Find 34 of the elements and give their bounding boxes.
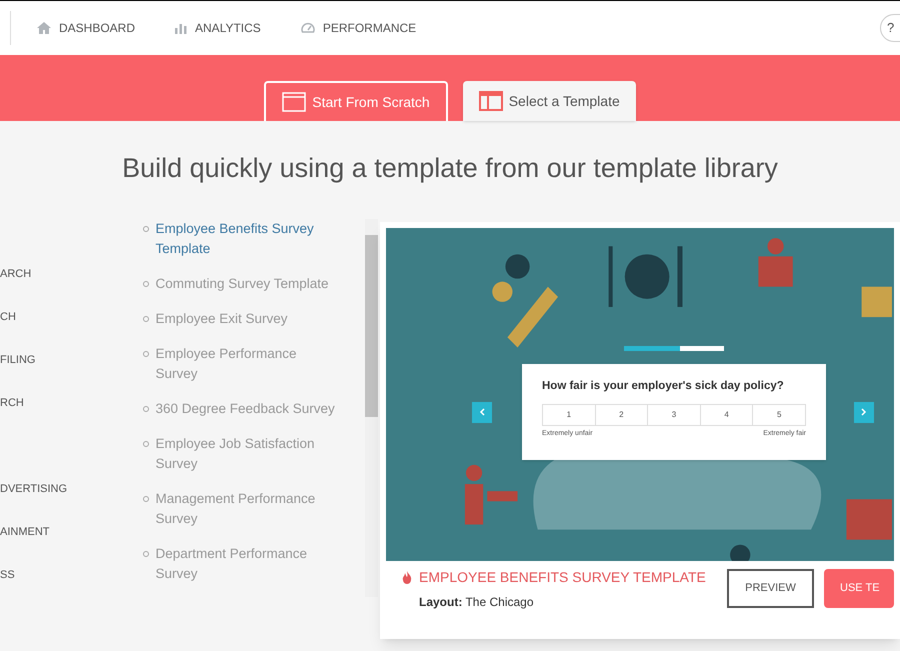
scrollbar[interactable] <box>365 218 378 596</box>
home-icon <box>37 22 51 34</box>
category-link[interactable]: AINMENT <box>0 524 50 538</box>
template-title: EMPLOYEE BENEFITS SURVEY TEMPLATE <box>419 568 706 586</box>
nav-link[interactable]: DASHBOARD <box>37 19 136 37</box>
category-link[interactable]: CH <box>0 310 16 324</box>
flame-icon <box>402 570 412 584</box>
category-link[interactable]: DVERTISING <box>0 482 68 496</box>
nav-link[interactable]: PERFORMANCE <box>300 19 416 37</box>
survey-question: How fair is your employer's sick day policy? <box>542 378 785 394</box>
bar-chart-icon <box>175 22 188 34</box>
category-link[interactable]: ARCH <box>0 266 32 280</box>
next-arrow-button[interactable] <box>854 402 874 422</box>
help-button[interactable]: ? <box>880 14 900 42</box>
rating-option[interactable]: 1 <box>543 404 595 425</box>
layout-text: Layout: The Chicago <box>418 594 535 610</box>
rating-option[interactable]: 5 <box>752 404 805 425</box>
rating-option[interactable]: 2 <box>594 404 648 425</box>
chevron-right-icon <box>861 408 867 416</box>
rating-option[interactable]: 4 <box>700 404 752 425</box>
nav-link[interactable]: ANALYTICS <box>175 19 261 37</box>
gauge-icon <box>300 22 315 34</box>
preview-button[interactable]: PREVIEW <box>727 569 814 608</box>
chevron-left-icon <box>479 408 485 416</box>
category-link[interactable]: FILING <box>0 352 36 366</box>
category-link[interactable]: RCH <box>0 396 24 410</box>
template-link[interactable]: Employee Benefits Survey Template <box>143 218 366 258</box>
window-icon <box>282 92 306 112</box>
layout-icon <box>478 91 503 111</box>
previous-arrow-button[interactable] <box>472 402 492 422</box>
tab[interactable]: Select a Template <box>462 81 636 121</box>
category-link[interactable]: SS <box>0 568 15 582</box>
page-heading: Build quickly using a template from our template library <box>121 152 779 185</box>
rating-option[interactable]: 3 <box>647 404 700 425</box>
